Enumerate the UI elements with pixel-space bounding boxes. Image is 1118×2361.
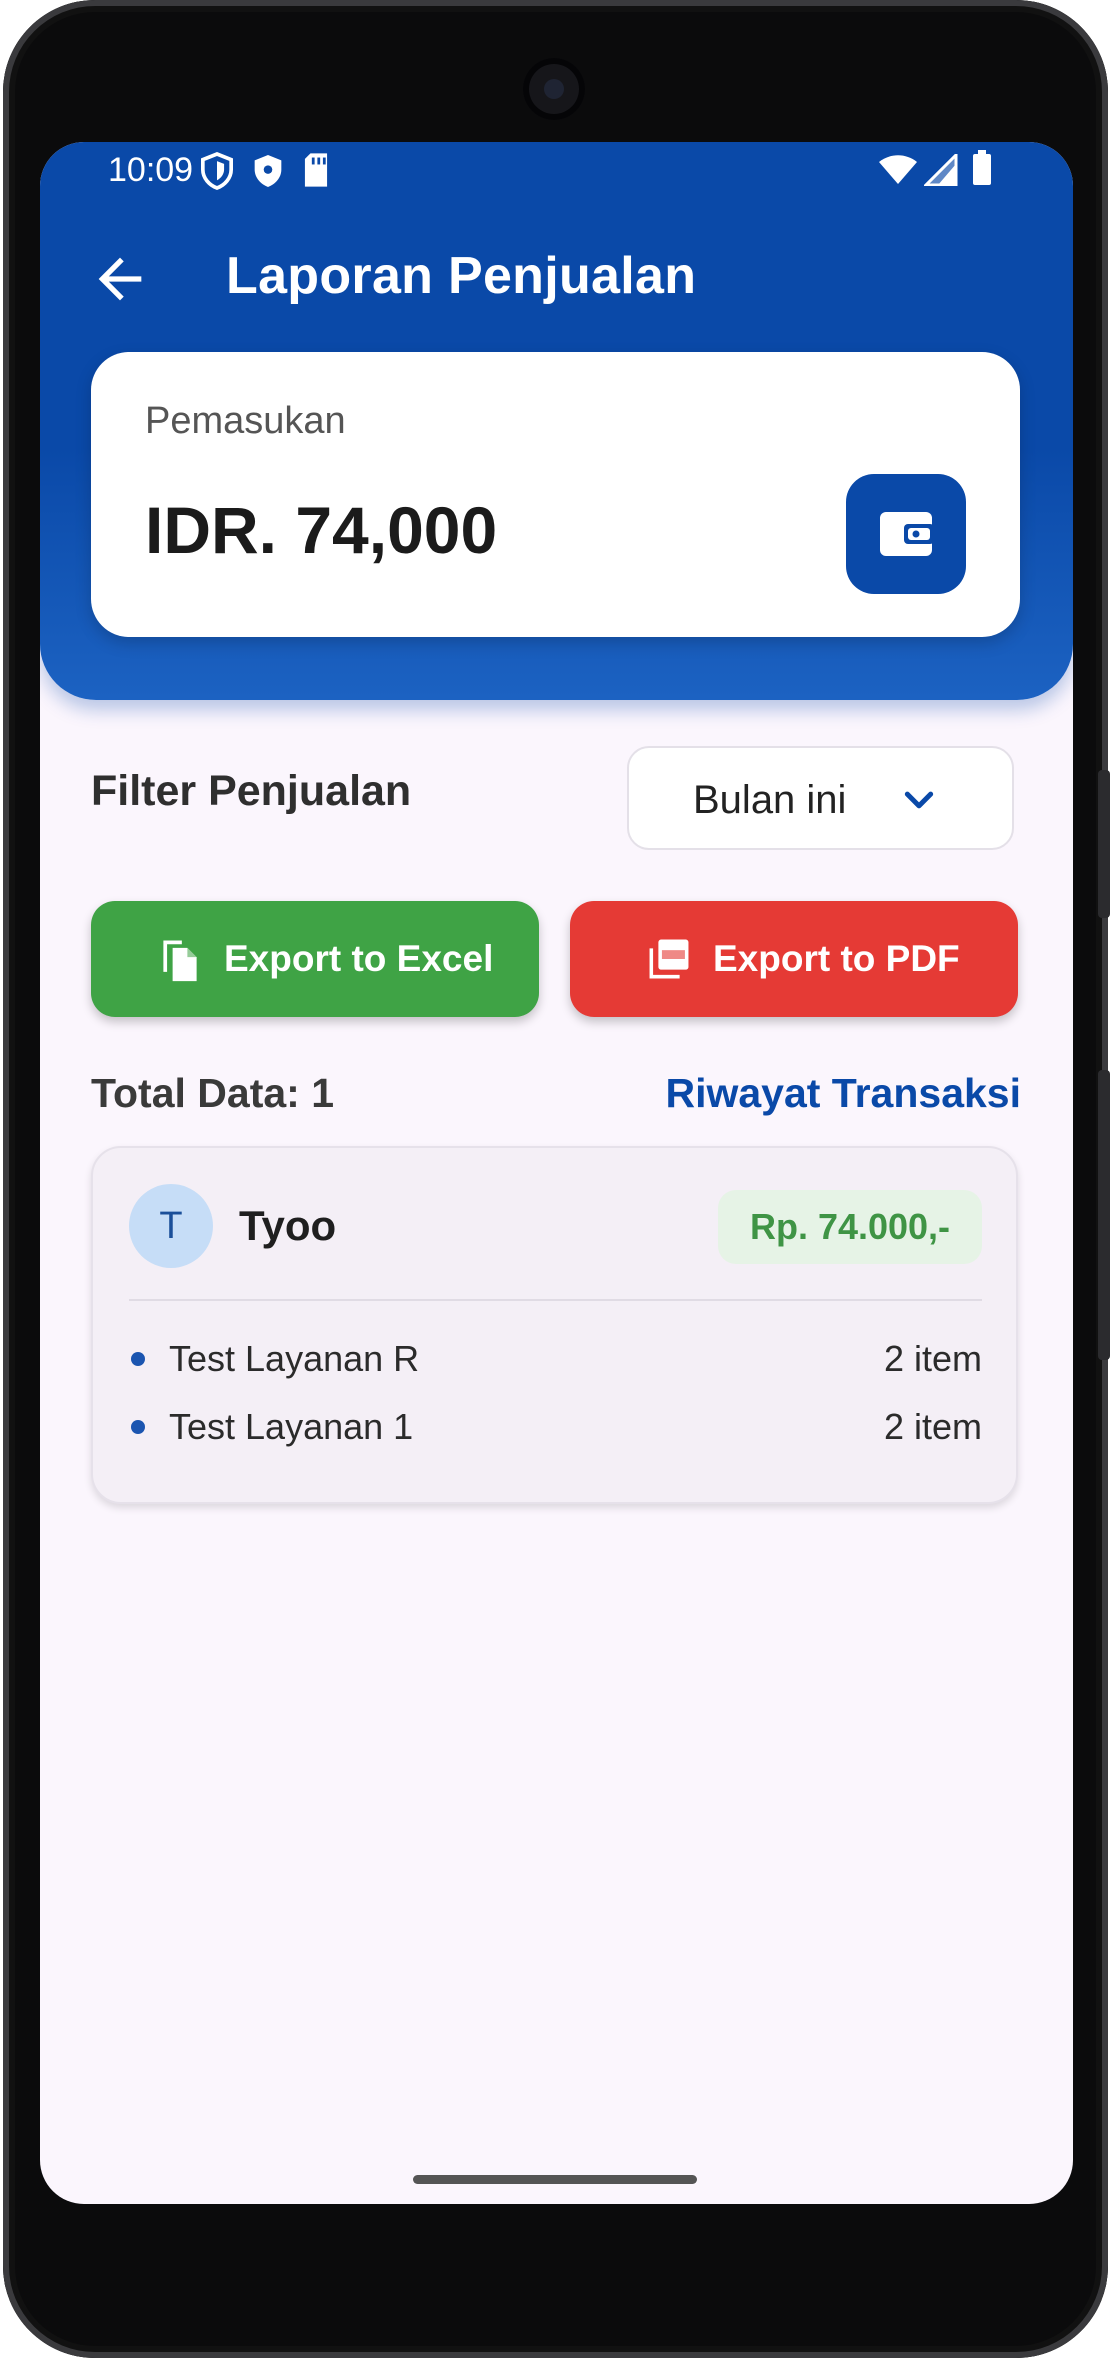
period-dropdown-value: Bulan ini <box>693 778 847 822</box>
period-dropdown[interactable]: Bulan ini <box>627 746 1014 850</box>
phone-frame: 10:09 Laporan Penjualan Pemasukan IDR. 7… <box>3 0 1110 2358</box>
avatar: T <box>129 1184 213 1268</box>
customer-name: Tyoo <box>239 1202 337 1249</box>
arrow-back-icon[interactable] <box>88 247 152 311</box>
sd-card-icon <box>304 153 328 187</box>
export-excel-label: Export to Excel <box>224 938 494 979</box>
page-title: Laporan Penjualan <box>226 247 697 305</box>
list-item: Test Layanan R 2 item <box>129 1334 982 1384</box>
app-screen: 10:09 Laporan Penjualan Pemasukan IDR. 7… <box>40 142 1073 2204</box>
service-name: Test Layanan R <box>169 1338 420 1379</box>
wallet-icon <box>880 512 934 556</box>
pdf-icon <box>649 939 689 979</box>
power-button <box>1098 770 1110 918</box>
export-pdf-label: Export to PDF <box>713 938 960 979</box>
transaction-history-link[interactable]: Riwayat Transaksi <box>665 1070 1021 1117</box>
volume-button <box>1098 1070 1110 1360</box>
filter-label: Filter Penjualan <box>91 767 412 815</box>
battery-icon <box>973 150 991 185</box>
total-data-label: Total Data: 1 <box>91 1070 334 1116</box>
home-indicator[interactable] <box>413 2175 697 2184</box>
security-icon <box>254 155 282 187</box>
card-divider <box>129 1299 982 1301</box>
price-badge: Rp. 74.000,- <box>718 1190 982 1264</box>
file-copy-icon <box>163 940 197 982</box>
status-time: 10:09 <box>108 151 194 189</box>
bullet-icon <box>131 1352 145 1366</box>
export-pdf-button[interactable]: Export to PDF <box>570 901 1018 1017</box>
list-item: Test Layanan 1 2 item <box>129 1402 982 1452</box>
service-qty: 2 item <box>883 1406 982 1447</box>
wifi-icon <box>879 155 917 184</box>
shield-icon <box>200 152 234 190</box>
service-qty: 2 item <box>883 1338 982 1379</box>
export-excel-button[interactable]: Export to Excel <box>91 901 539 1017</box>
service-name: Test Layanan 1 <box>169 1406 414 1447</box>
income-card: Pemasukan IDR. 74,000 <box>91 352 1020 637</box>
income-label: Pemasukan <box>145 400 346 442</box>
bullet-icon <box>131 1420 145 1434</box>
chevron-down-icon <box>904 791 934 809</box>
front-camera <box>523 58 585 120</box>
wallet-button[interactable] <box>846 474 966 594</box>
income-value: IDR. 74,000 <box>145 493 498 567</box>
status-bar: 10:09 <box>40 142 1073 206</box>
signal-icon <box>924 154 958 186</box>
app-header: 10:09 Laporan Penjualan Pemasukan IDR. 7… <box>40 142 1073 700</box>
transaction-card[interactable]: T Tyoo Rp. 74.000,- Test Layanan R 2 ite… <box>91 1146 1018 1504</box>
